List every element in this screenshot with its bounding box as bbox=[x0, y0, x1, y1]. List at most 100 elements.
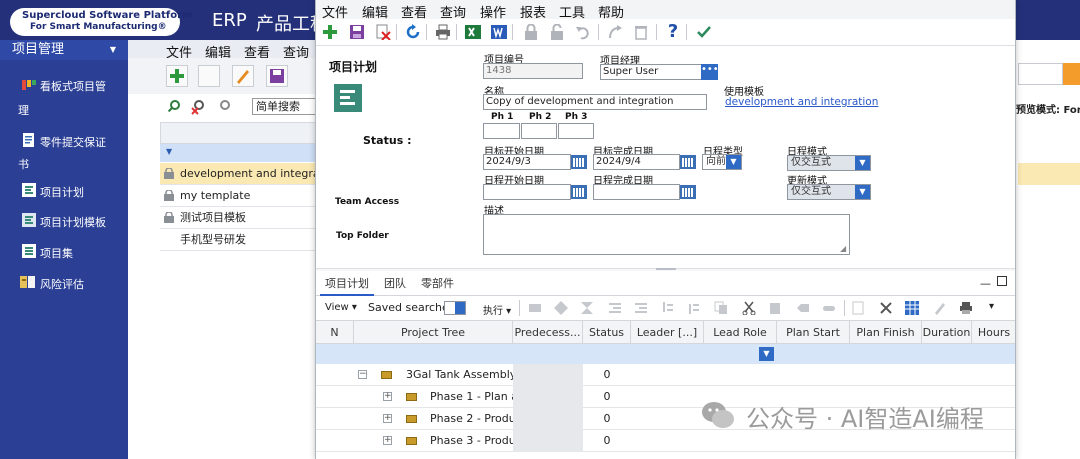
calendar-icon[interactable] bbox=[571, 155, 587, 169]
expand-icon[interactable]: + bbox=[383, 414, 392, 423]
chevron-down-icon[interactable]: ▼ bbox=[166, 147, 172, 156]
sidebar-item-program[interactable]: 项目集 bbox=[0, 243, 128, 263]
move-down-icon[interactable] bbox=[660, 301, 674, 315]
run-search-icon[interactable] bbox=[166, 99, 182, 115]
new-icon[interactable] bbox=[321, 23, 339, 41]
sidebar-item-project-plan[interactable]: 项目计划 bbox=[0, 182, 128, 202]
column-header-predecessors[interactable]: Predecess... bbox=[513, 321, 583, 345]
minimize-icon[interactable]: — bbox=[980, 277, 991, 290]
delete-icon[interactable] bbox=[374, 23, 392, 41]
schedule-start-field[interactable] bbox=[483, 184, 571, 200]
phase-2-status-field[interactable] bbox=[521, 123, 557, 139]
grid-filter-row[interactable] bbox=[316, 344, 1015, 364]
copy-icon[interactable] bbox=[714, 301, 728, 315]
target-start-field[interactable]: 2024/9/3 bbox=[483, 154, 571, 170]
lock-icon[interactable] bbox=[522, 23, 540, 41]
search-options-icon[interactable] bbox=[216, 99, 232, 115]
excel-icon[interactable] bbox=[464, 23, 482, 41]
background-filter-row[interactable] bbox=[160, 144, 318, 162]
save-icon[interactable] bbox=[266, 65, 288, 87]
simple-search-dropdown[interactable]: 简单搜索 bbox=[252, 98, 318, 115]
more-options-icon[interactable]: ▾ bbox=[989, 301, 994, 312]
print-icon[interactable] bbox=[434, 23, 452, 41]
redo-icon[interactable] bbox=[606, 23, 624, 41]
expand-icon[interactable]: + bbox=[383, 392, 392, 401]
word-icon[interactable] bbox=[490, 23, 508, 41]
calendar-icon[interactable] bbox=[571, 185, 587, 199]
nav-erp[interactable]: ERP bbox=[212, 10, 247, 31]
column-header-project-tree[interactable]: Project Tree bbox=[354, 321, 513, 345]
resize-grip-icon[interactable]: ◢ bbox=[840, 244, 846, 253]
search-doc-icon[interactable] bbox=[198, 65, 220, 87]
dropdown-arrow-icon[interactable]: ▼ bbox=[855, 156, 870, 170]
sidebar-header[interactable]: 项目管理 ▼ bbox=[0, 40, 128, 60]
add-icon[interactable] bbox=[166, 65, 188, 87]
indent-icon[interactable] bbox=[634, 301, 648, 315]
collapse-icon[interactable]: − bbox=[358, 370, 367, 379]
template-link[interactable]: development and integration bbox=[725, 96, 878, 108]
column-header-hours[interactable]: Hours bbox=[972, 321, 1015, 345]
dropdown-arrow-icon[interactable]: ▼ bbox=[726, 155, 741, 169]
project-number-field[interactable]: 1438 bbox=[483, 63, 583, 79]
column-header-status[interactable]: Status bbox=[583, 321, 631, 345]
ellipsis-icon[interactable]: ••• bbox=[701, 64, 719, 80]
schedule-finish-field[interactable] bbox=[593, 184, 680, 200]
tab-team[interactable]: 团队 bbox=[384, 271, 406, 296]
phase-3-status-field[interactable] bbox=[558, 123, 594, 139]
column-header-duration[interactable]: Duration bbox=[922, 321, 972, 345]
help-icon[interactable]: ? bbox=[664, 23, 682, 41]
cut-icon[interactable] bbox=[742, 301, 756, 315]
link-icon[interactable] bbox=[822, 301, 836, 315]
target-finish-field[interactable]: 2024/9/4 bbox=[593, 154, 680, 170]
milestone-icon[interactable] bbox=[554, 301, 568, 315]
description-field[interactable] bbox=[483, 214, 850, 255]
dropdown-arrow-icon[interactable]: ▼ bbox=[855, 185, 870, 199]
discard-icon[interactable] bbox=[632, 23, 650, 41]
pen-icon[interactable] bbox=[933, 301, 947, 315]
sidebar-item-ppap[interactable]: 零件提交保证 书 bbox=[0, 132, 128, 172]
saved-searches-dropdown[interactable] bbox=[444, 301, 466, 315]
tab-parts[interactable]: 零部件 bbox=[421, 271, 454, 296]
clear-search-icon[interactable] bbox=[190, 99, 206, 115]
execute-menu[interactable]: 执行 ▾ bbox=[483, 302, 511, 317]
grid-table-icon[interactable] bbox=[905, 301, 919, 315]
project-manager-field[interactable]: Super User bbox=[600, 64, 702, 80]
outdent-icon[interactable] bbox=[608, 301, 622, 315]
view-menu[interactable]: View ▾ bbox=[325, 302, 357, 313]
splitter-grip[interactable] bbox=[656, 268, 676, 270]
column-header-plan-start[interactable]: Plan Start bbox=[777, 321, 850, 345]
tab-project-plan[interactable]: 项目计划 bbox=[320, 271, 374, 296]
note-icon[interactable] bbox=[851, 301, 865, 315]
table-row[interactable]: my template bbox=[160, 185, 318, 207]
checkmark-icon[interactable] bbox=[695, 23, 713, 41]
name-field[interactable]: Copy of development and integration bbox=[483, 94, 707, 110]
remove-icon[interactable] bbox=[879, 301, 893, 315]
phase-1-status-field[interactable] bbox=[483, 123, 520, 139]
table-row[interactable]: development and integration bbox=[160, 163, 318, 185]
task-icon[interactable] bbox=[528, 301, 542, 315]
background-right-button[interactable] bbox=[1063, 63, 1080, 85]
sidebar-item-kanban[interactable]: 看板式项目管 理 bbox=[0, 76, 128, 117]
summary-icon[interactable] bbox=[580, 301, 594, 315]
column-header-lead-role[interactable]: Lead Role bbox=[704, 321, 777, 345]
calendar-icon[interactable] bbox=[680, 155, 696, 169]
edit-icon[interactable] bbox=[232, 65, 254, 87]
tag-icon[interactable] bbox=[796, 301, 810, 315]
calendar-icon[interactable] bbox=[680, 185, 696, 199]
supercloud-logo[interactable]: Supercloud Software Platform For Smart M… bbox=[10, 8, 192, 36]
table-row[interactable]: − 3Gal Tank Assembly Dev 0 bbox=[316, 364, 1015, 386]
print-icon[interactable] bbox=[959, 301, 973, 315]
move-up-icon[interactable] bbox=[686, 301, 700, 315]
unlock-icon[interactable] bbox=[548, 23, 566, 41]
column-header-leader[interactable]: Leader [...] bbox=[631, 321, 704, 345]
column-header-n[interactable]: N bbox=[316, 321, 354, 345]
expand-icon[interactable]: + bbox=[383, 436, 392, 445]
paste-icon[interactable] bbox=[768, 301, 782, 315]
maximize-icon[interactable] bbox=[997, 276, 1007, 286]
table-row[interactable]: 手机型号研发 bbox=[160, 229, 318, 251]
refresh-icon[interactable] bbox=[404, 23, 422, 41]
table-row[interactable]: 测试项目模板 bbox=[160, 207, 318, 229]
background-right-input[interactable] bbox=[1018, 63, 1063, 85]
dropdown-arrow-icon[interactable]: ▼ bbox=[759, 347, 774, 361]
sidebar-item-risk-assessment[interactable]: 风险评估 bbox=[0, 274, 128, 294]
